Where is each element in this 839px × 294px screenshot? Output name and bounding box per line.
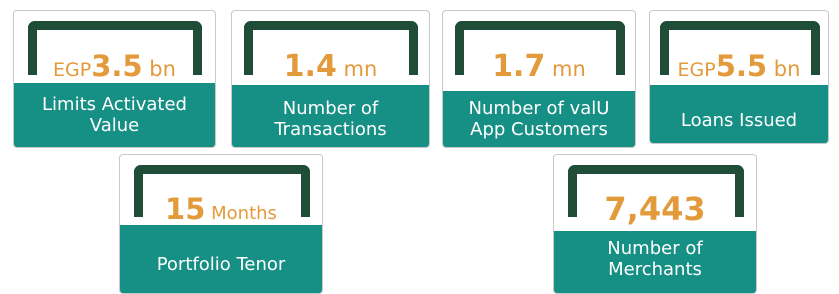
kpi-value: 1.4 mn	[232, 49, 429, 84]
kpi-number: 1.7	[492, 49, 546, 84]
kpi-label-line: Number of	[282, 98, 379, 119]
kpi-label-line: Portfolio Tenor	[156, 253, 286, 275]
kpi-number: 7,443	[604, 190, 706, 228]
kpi-card-valu-customers: 1.7 mn Number of valU App Customers	[442, 10, 636, 148]
kpi-prefix: EGP	[677, 59, 716, 81]
kpi-value: 1.7 mn	[443, 49, 635, 84]
kpi-label-line: Number of valU	[468, 98, 610, 119]
kpi-value: 15 Months	[120, 192, 322, 226]
kpi-unit: mn	[336, 57, 378, 81]
kpi-label-line: Transactions	[274, 119, 387, 140]
kpi-number: 3.5	[91, 49, 143, 83]
kpi-label: Number of valU App Customers	[443, 91, 635, 147]
kpi-label-line: Loans Issued	[680, 109, 798, 131]
kpi-label: Limits Activated Value	[14, 83, 215, 147]
kpi-label: Loans Issued	[650, 85, 828, 143]
kpi-number: 1.4	[283, 49, 337, 84]
kpi-number: 15	[165, 192, 206, 226]
kpi-label-line: Merchants	[608, 259, 702, 280]
kpi-value: EGP3.5 bn	[14, 49, 215, 83]
kpi-value: 7,443	[554, 190, 756, 228]
kpi-card-merchants: 7,443 Number of Merchants	[553, 154, 757, 294]
kpi-label-line: Number of	[607, 238, 703, 259]
kpi-label-line: Value	[89, 115, 140, 136]
kpi-unit: bn	[142, 57, 176, 81]
kpi-unit: Months	[205, 203, 277, 224]
kpi-label-line: Limits Activated	[42, 94, 187, 115]
kpi-unit: mn	[545, 57, 586, 81]
kpi-card-limits-activated: EGP3.5 bn Limits Activated Value	[13, 10, 216, 148]
kpi-prefix: EGP	[53, 59, 92, 81]
kpi-label-line: App Customers	[470, 119, 608, 140]
kpi-value: EGP5.5 bn	[650, 49, 828, 83]
kpi-label: Number of Transactions	[232, 85, 429, 147]
kpi-label: Portfolio Tenor	[120, 225, 322, 293]
kpi-card-portfolio-tenor: 15 Months Portfolio Tenor	[119, 154, 323, 294]
kpi-number: 5.5	[715, 49, 768, 83]
kpi-label: Number of Merchants	[554, 231, 756, 293]
kpi-card-transactions: 1.4 mn Number of Transactions	[231, 10, 430, 148]
kpi-unit: bn	[767, 57, 801, 81]
kpi-card-loans-issued: EGP5.5 bn Loans Issued	[649, 10, 829, 144]
